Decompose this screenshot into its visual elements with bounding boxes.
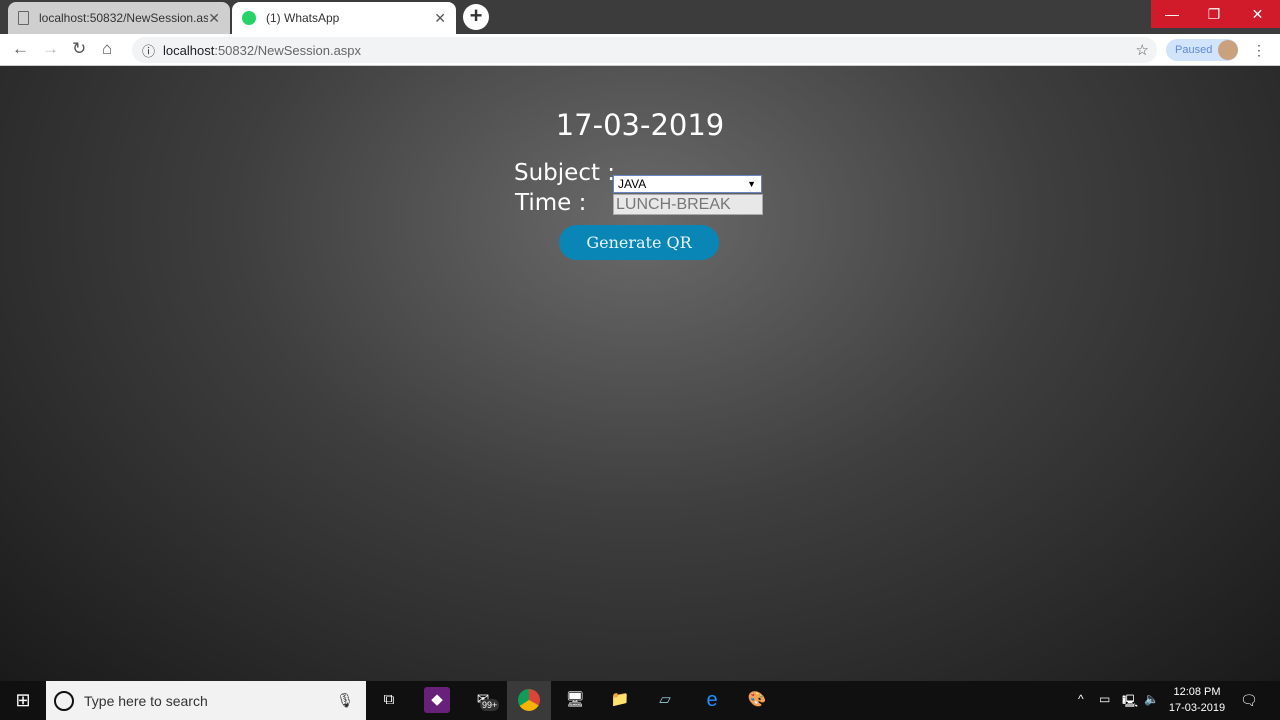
generate-qr-button[interactable]: Generate QR [559,225,719,260]
address-bar[interactable]: ⓘ localhost:50832/NewSession.aspx ☆ [132,37,1157,63]
paused-label: Paused [1175,44,1213,56]
menu-icon[interactable]: ⋮ [1252,42,1266,59]
mail-icon[interactable]: ✉99+ [470,687,500,713]
task-view-icon[interactable]: ⧉ [376,687,402,713]
clock-time: 12:08 PM [1173,686,1221,698]
dropdown-arrow-icon: ▼ [747,179,756,189]
edge-icon[interactable]: e [699,687,725,713]
new-tab-button[interactable]: + [463,4,489,30]
subject-select[interactable]: JAVA ▼ [613,175,762,193]
network-icon[interactable]: 🖳 [1122,692,1138,713]
close-window-button[interactable]: ✕ [1235,0,1280,28]
app-icon[interactable]: 🖥 [562,687,588,713]
search-placeholder: Type here to search [84,692,208,709]
close-tab-icon[interactable]: ✕ [434,10,446,27]
chrome-icon[interactable] [507,681,551,720]
tab-title: localhost:50832/NewSession.aspx [39,11,209,25]
star-icon[interactable]: ☆ [1136,41,1149,59]
forward-icon[interactable]: → [42,39,59,59]
close-tab-icon[interactable]: ✕ [208,10,220,27]
mail-badge: 99+ [480,699,500,711]
back-icon[interactable]: ← [12,39,29,59]
notification-icon[interactable]: 🗨 [1240,692,1258,709]
restore-button[interactable]: ❐ [1193,0,1235,28]
tab-title: (1) WhatsApp [266,11,340,25]
volume-icon[interactable]: 🔈 [1144,692,1159,706]
paint-icon[interactable]: 🎨 [744,687,770,713]
battery-icon[interactable]: ▭ [1099,692,1110,706]
file-explorer-icon[interactable]: 📁 [607,687,633,713]
app-icon[interactable]: ▱ [652,687,678,713]
taskbar-search[interactable]: Type here to search 🎙 [46,681,366,720]
minimize-button[interactable]: — [1151,0,1193,28]
taskbar: ⊞ Type here to search 🎙 ⧉ ◆ ✉99+ 🖥 📁 ▱ e… [0,681,1280,720]
windows-start-icon[interactable]: ⊞ [10,687,36,713]
microphone-icon[interactable]: 🎙 [336,692,354,709]
whatsapp-icon [242,11,256,25]
clock-date: 17-03-2019 [1168,702,1226,714]
subject-value: JAVA [618,177,647,191]
tab-bar: localhost:50832/NewSession.aspx ✕ (1) Wh… [0,0,1280,34]
page-icon [18,11,29,25]
tab-whatsapp[interactable]: (1) WhatsApp ✕ [232,2,456,34]
time-label: Time : [515,190,587,216]
page-content: 17-03-2019 Subject : JAVA ▼ Time : LUNCH-… [0,66,1280,681]
session-date: 17-03-2019 [555,108,725,142]
visual-studio-icon[interactable]: ◆ [424,687,450,713]
home-icon[interactable]: ⌂ [102,39,112,59]
avatar[interactable] [1218,40,1238,60]
cortana-icon [54,690,74,711]
tab-newsession[interactable]: localhost:50832/NewSession.aspx ✕ [8,2,230,34]
browser-toolbar: ← → ↻ ⌂ ⓘ localhost:50832/NewSession.asp… [0,34,1280,66]
url-host: localhost [163,42,215,58]
url-path: :50832/NewSession.aspx [214,42,362,58]
subject-label: Subject : [514,160,616,186]
reload-icon[interactable]: ↻ [72,39,86,59]
info-icon[interactable]: ⓘ [142,41,155,60]
clock[interactable]: 12:08 PM 17-03-2019 [1164,684,1230,716]
show-hidden-icons[interactable]: ^ [1078,692,1084,706]
time-field[interactable]: LUNCH-BREAK [613,194,763,215]
